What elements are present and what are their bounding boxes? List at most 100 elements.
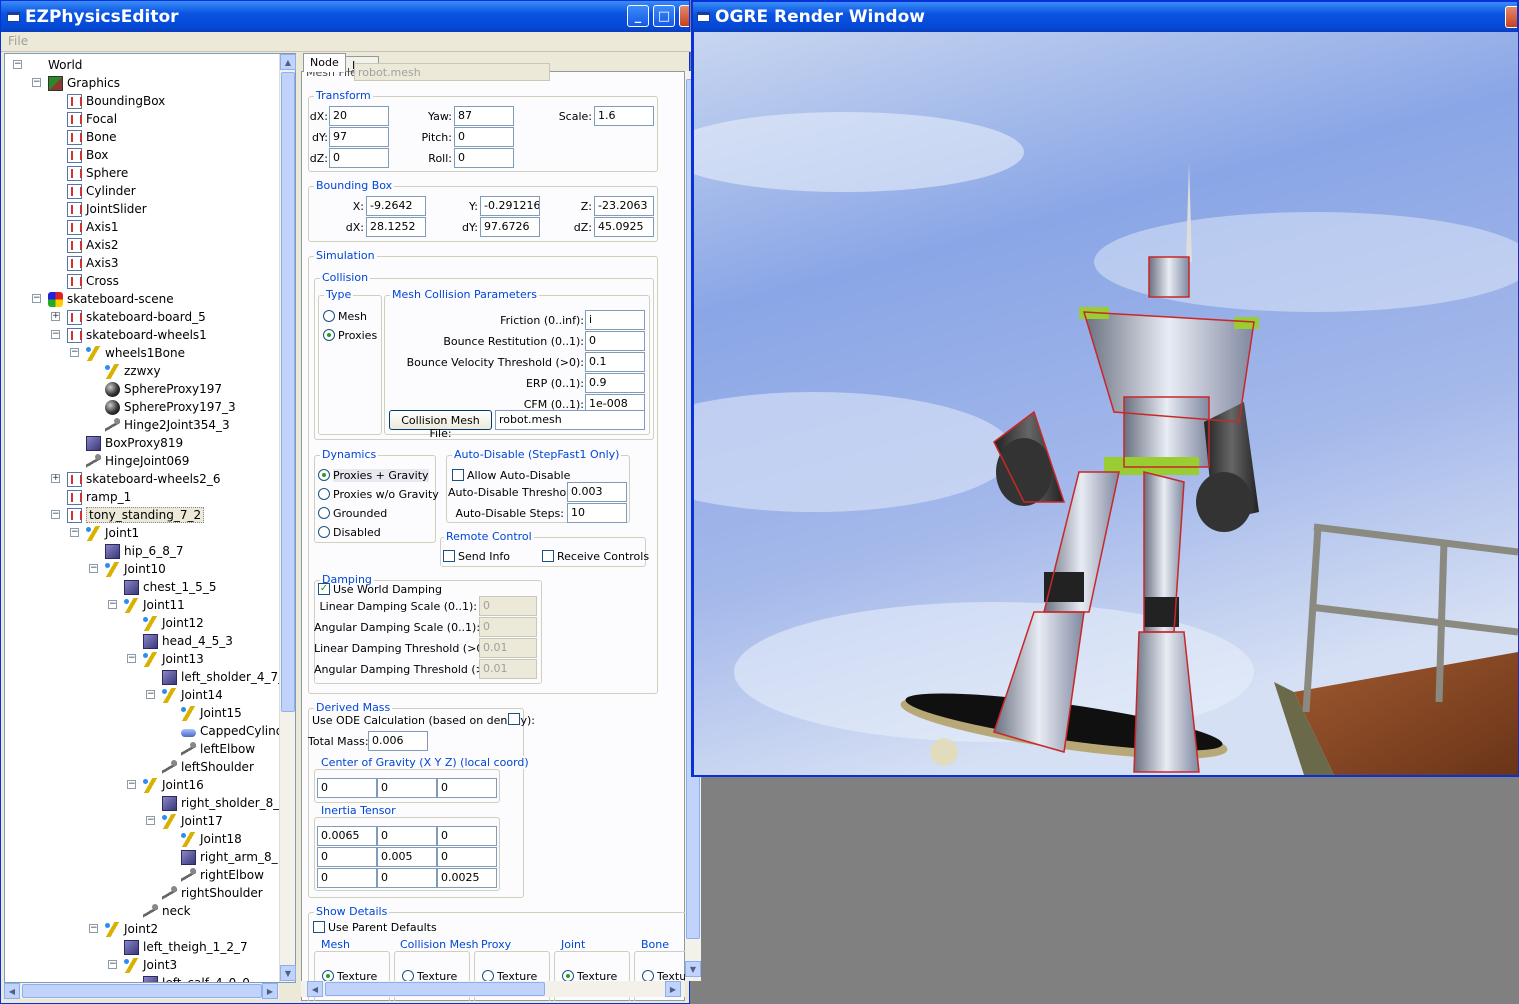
tree-expander[interactable]: − (108, 960, 117, 969)
tree-item[interactable]: Joint12 (143, 614, 204, 632)
bounce-velocity-input[interactable]: 0.1 (585, 352, 645, 372)
tree-expander[interactable]: − (127, 654, 136, 663)
tree-item[interactable]: Joint2 (105, 920, 158, 938)
inertia-cell[interactable]: 0 (317, 847, 377, 867)
tree-item[interactable]: Joint13 (143, 650, 204, 668)
total-mass-input[interactable]: 0.006 (368, 731, 428, 751)
erp-input[interactable]: 0.9 (585, 373, 645, 393)
scroll-thumb[interactable] (281, 72, 295, 712)
bbox-dx-field[interactable]: 28.1252 (366, 217, 426, 237)
tree-item[interactable]: leftShoulder (162, 758, 254, 776)
inertia-cell[interactable]: 0.0025 (437, 868, 497, 888)
tree-item[interactable]: Cross (67, 272, 119, 290)
inertia-cell[interactable]: 0.005 (377, 847, 437, 867)
tree-expander[interactable]: − (89, 924, 98, 933)
tree-expander[interactable]: + (51, 474, 60, 483)
receive-controls-checkbox[interactable] (542, 550, 554, 562)
tree-item[interactable]: Joint1 (86, 524, 139, 542)
dyn-disabled-radio[interactable] (318, 526, 330, 538)
tree-item[interactable]: Axis1 (67, 218, 119, 236)
tree-item[interactable]: head_4_5_3 (143, 632, 233, 650)
tree-expander[interactable]: − (70, 528, 79, 537)
tree-item[interactable]: World (29, 56, 82, 74)
maximize-button[interactable]: □ (653, 5, 675, 27)
tree-item[interactable]: BoxProxy819 (86, 434, 183, 452)
editor-titlebar[interactable]: EZPhysicsEditor (1, 1, 689, 32)
tree-item[interactable]: Joint11 (124, 596, 185, 614)
use-parent-defaults-checkbox[interactable] (313, 921, 325, 933)
panel-scroll-down-button[interactable]: ▼ (685, 961, 701, 977)
type-proxies-radio[interactable] (323, 329, 335, 341)
tree-item[interactable]: Graphics (48, 74, 120, 92)
tree-expander[interactable]: − (51, 330, 60, 339)
close-button[interactable] (679, 5, 689, 27)
type-mesh-radio[interactable] (323, 310, 335, 322)
tree-item[interactable]: neck (143, 902, 191, 920)
cog-y-input[interactable]: 0 (377, 778, 437, 798)
roll-input[interactable]: 0 (454, 148, 514, 168)
linear-damping-scale-input[interactable]: 0 (479, 596, 537, 616)
tree-item[interactable]: HingeJoint069 (86, 452, 189, 470)
tree-item[interactable]: rightShoulder (162, 884, 263, 902)
tree-item[interactable]: Joint17 (162, 812, 223, 830)
panel-horizontal-scrollbar[interactable]: ◀ ▶ (301, 981, 685, 997)
minimize-button[interactable]: _ (627, 5, 649, 27)
tree-item[interactable]: Joint3 (124, 956, 177, 974)
tree-expander[interactable]: − (13, 60, 22, 69)
scroll-up-button[interactable]: ▲ (280, 54, 296, 70)
tree-item[interactable]: tony_standing_7_2 (67, 506, 205, 524)
tree-item[interactable]: Focal (67, 110, 117, 128)
use-ode-checkbox[interactable] (508, 713, 520, 725)
collision-mesh-file-field[interactable]: robot.mesh (495, 410, 645, 430)
inertia-cell[interactable]: 0 (377, 868, 437, 888)
dyn-proxies-no-gravity-radio[interactable] (318, 488, 330, 500)
tab-node[interactable]: Node (303, 53, 346, 72)
tree-item[interactable]: Joint15 (181, 704, 242, 722)
tree-expander[interactable]: − (89, 564, 98, 573)
tree-item[interactable]: wheels1Bone (86, 344, 185, 362)
dyn-proxies-gravity-radio[interactable] (318, 469, 330, 481)
dz-input[interactable]: 0 (329, 148, 389, 168)
tree-item[interactable]: Sphere (67, 164, 128, 182)
bbox-x-field[interactable]: -9.2642 (366, 196, 426, 216)
tree-item[interactable]: skateboard-wheels1 (67, 326, 207, 344)
tree-expander[interactable]: − (146, 816, 155, 825)
dx-input[interactable]: 20 (329, 106, 389, 126)
inertia-cell[interactable]: 0 (437, 826, 497, 846)
allow-autodisable-checkbox[interactable] (452, 469, 464, 481)
tree-expander[interactable]: − (32, 78, 41, 87)
panel-hscroll-thumb[interactable] (325, 982, 545, 996)
inertia-cell[interactable]: 0 (377, 826, 437, 846)
collision-mesh-button[interactable]: Collision Mesh File: (389, 410, 492, 440)
tree-item[interactable]: chest_1_5_5 (124, 578, 216, 596)
bounce-input[interactable]: 0 (585, 331, 645, 351)
pitch-input[interactable]: 0 (454, 127, 514, 147)
inertia-cell[interactable]: 0 (437, 847, 497, 867)
bbox-z-field[interactable]: -23.2063 (594, 196, 654, 216)
ogre-close-button[interactable] (1505, 6, 1517, 28)
inertia-cell[interactable]: 0 (317, 868, 377, 888)
tree-item[interactable]: BoundingBox (67, 92, 165, 110)
tree-item[interactable]: SphereProxy197 (105, 380, 222, 398)
linear-damping-threshold-input[interactable]: 0.01 (479, 638, 537, 658)
tree-item[interactable]: Joint10 (105, 560, 166, 578)
friction-input[interactable]: i (585, 310, 645, 330)
tree-item[interactable]: ramp_1 (67, 488, 131, 506)
tree-expander[interactable]: − (32, 294, 41, 303)
tree-item[interactable]: hip_6_8_7 (105, 542, 183, 560)
dyn-grounded-radio[interactable] (318, 507, 330, 519)
tree-item[interactable]: skateboard-wheels2_6 (67, 470, 220, 488)
scroll-down-button[interactable]: ▼ (280, 965, 296, 981)
tree-item[interactable]: CappedCylinde (181, 722, 291, 740)
tree-item[interactable]: Joint18 (181, 830, 242, 848)
scroll-right-button[interactable]: ▶ (262, 983, 278, 999)
cog-x-input[interactable]: 0 (317, 778, 377, 798)
panel-scroll-left-button[interactable]: ◀ (307, 981, 323, 997)
ad-steps-input[interactable]: 10 (567, 503, 627, 523)
tree-item[interactable]: zzwxy (105, 362, 161, 380)
angular-damping-scale-input[interactable]: 0 (479, 617, 537, 637)
ad-threshold-input[interactable]: 0.003 (567, 482, 627, 502)
tree-item[interactable]: skateboard-board_5 (67, 308, 206, 326)
tree-item[interactable]: SphereProxy197_3 (105, 398, 236, 416)
tree-expander[interactable]: − (108, 600, 117, 609)
